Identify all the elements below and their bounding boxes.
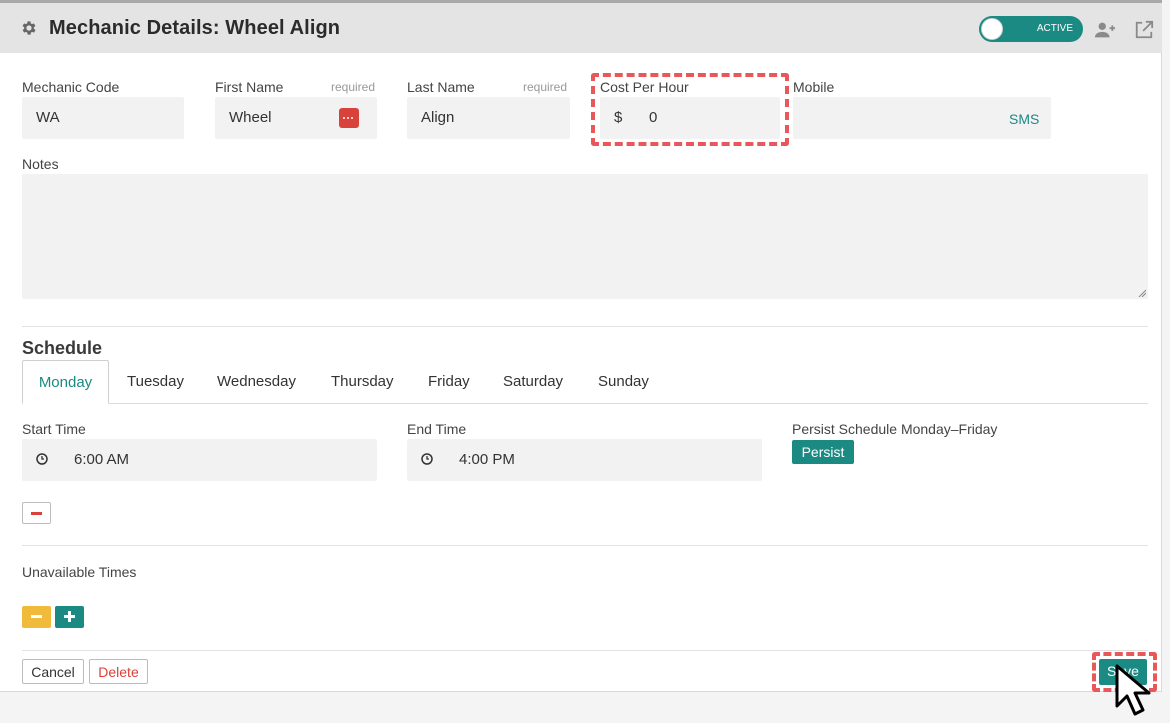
last-name-required: required (523, 80, 568, 94)
start-time-input[interactable]: 6:00 AM (22, 439, 377, 481)
tab-monday[interactable]: Monday (22, 360, 109, 404)
highlight-cost-per-hour (591, 73, 789, 146)
mobile-label: Mobile (793, 79, 835, 95)
first-name-input[interactable]: Wheel (215, 97, 377, 139)
sms-link[interactable]: SMS (1009, 111, 1039, 127)
last-name-input[interactable]: Align (407, 97, 570, 139)
add-unavailable-button[interactable] (55, 606, 84, 628)
start-time-label: Start Time (22, 421, 86, 437)
mechanic-code-label: Mechanic Code (22, 79, 120, 95)
first-name-label: First Name (215, 79, 284, 95)
minus-icon (31, 512, 42, 515)
tabs-baseline (22, 403, 1148, 404)
tab-tuesday[interactable]: Tuesday (127, 360, 184, 404)
clock-icon (36, 453, 48, 465)
end-time-value: 4:00 PM (459, 451, 515, 468)
first-name-required: required (331, 80, 376, 94)
divider (22, 545, 1148, 546)
divider (22, 326, 1148, 327)
panel-header: Mechanic Details: Wheel Align ACTIVE (0, 0, 1162, 53)
end-time-label: End Time (407, 421, 467, 437)
active-toggle[interactable]: ACTIVE (979, 16, 1083, 42)
minus-icon (31, 615, 42, 618)
password-manager-icon[interactable] (339, 108, 359, 128)
delete-button[interactable]: Delete (89, 659, 148, 684)
last-name-label: Last Name (407, 79, 475, 95)
start-time-value: 6:00 AM (74, 451, 130, 468)
toggle-label: ACTIVE (1036, 23, 1073, 34)
mouse-pointer-icon (1115, 664, 1151, 716)
notes-textarea[interactable] (22, 174, 1148, 299)
add-user-icon[interactable] (1094, 20, 1116, 40)
end-time-input[interactable]: 4:00 PM (407, 439, 762, 481)
page-title: Mechanic Details: Wheel Align (49, 17, 341, 39)
first-name-value: Wheel (229, 109, 272, 126)
mechanic-code-input[interactable]: WA (22, 97, 184, 139)
remove-unavailable-button[interactable] (22, 606, 51, 628)
tab-thursday[interactable]: Thursday (331, 360, 394, 404)
gear-icon (22, 21, 36, 35)
clock-icon (421, 453, 433, 465)
tab-sunday[interactable]: Sunday (598, 360, 649, 404)
tab-saturday[interactable]: Saturday (503, 360, 563, 404)
remove-schedule-button[interactable] (22, 502, 51, 524)
last-name-value: Align (421, 109, 455, 126)
mechanic-code-value: WA (36, 109, 60, 126)
divider (22, 650, 1148, 651)
persist-button[interactable]: Persist (792, 440, 854, 464)
notes-label: Notes (22, 156, 59, 172)
external-link-icon[interactable] (1133, 20, 1155, 40)
mechanic-details-panel: Mechanic Details: Wheel Align ACTIVE Mec… (0, 0, 1162, 692)
persist-label: Persist Schedule Monday–Friday (792, 421, 998, 437)
tab-wednesday[interactable]: Wednesday (217, 360, 296, 404)
unavailable-times-label: Unavailable Times (22, 564, 137, 580)
cancel-button[interactable]: Cancel (22, 659, 84, 684)
tab-friday[interactable]: Friday (428, 360, 470, 404)
toggle-knob (981, 18, 1003, 40)
schedule-title: Schedule (22, 338, 103, 358)
resize-handle-icon[interactable] (1138, 289, 1146, 297)
